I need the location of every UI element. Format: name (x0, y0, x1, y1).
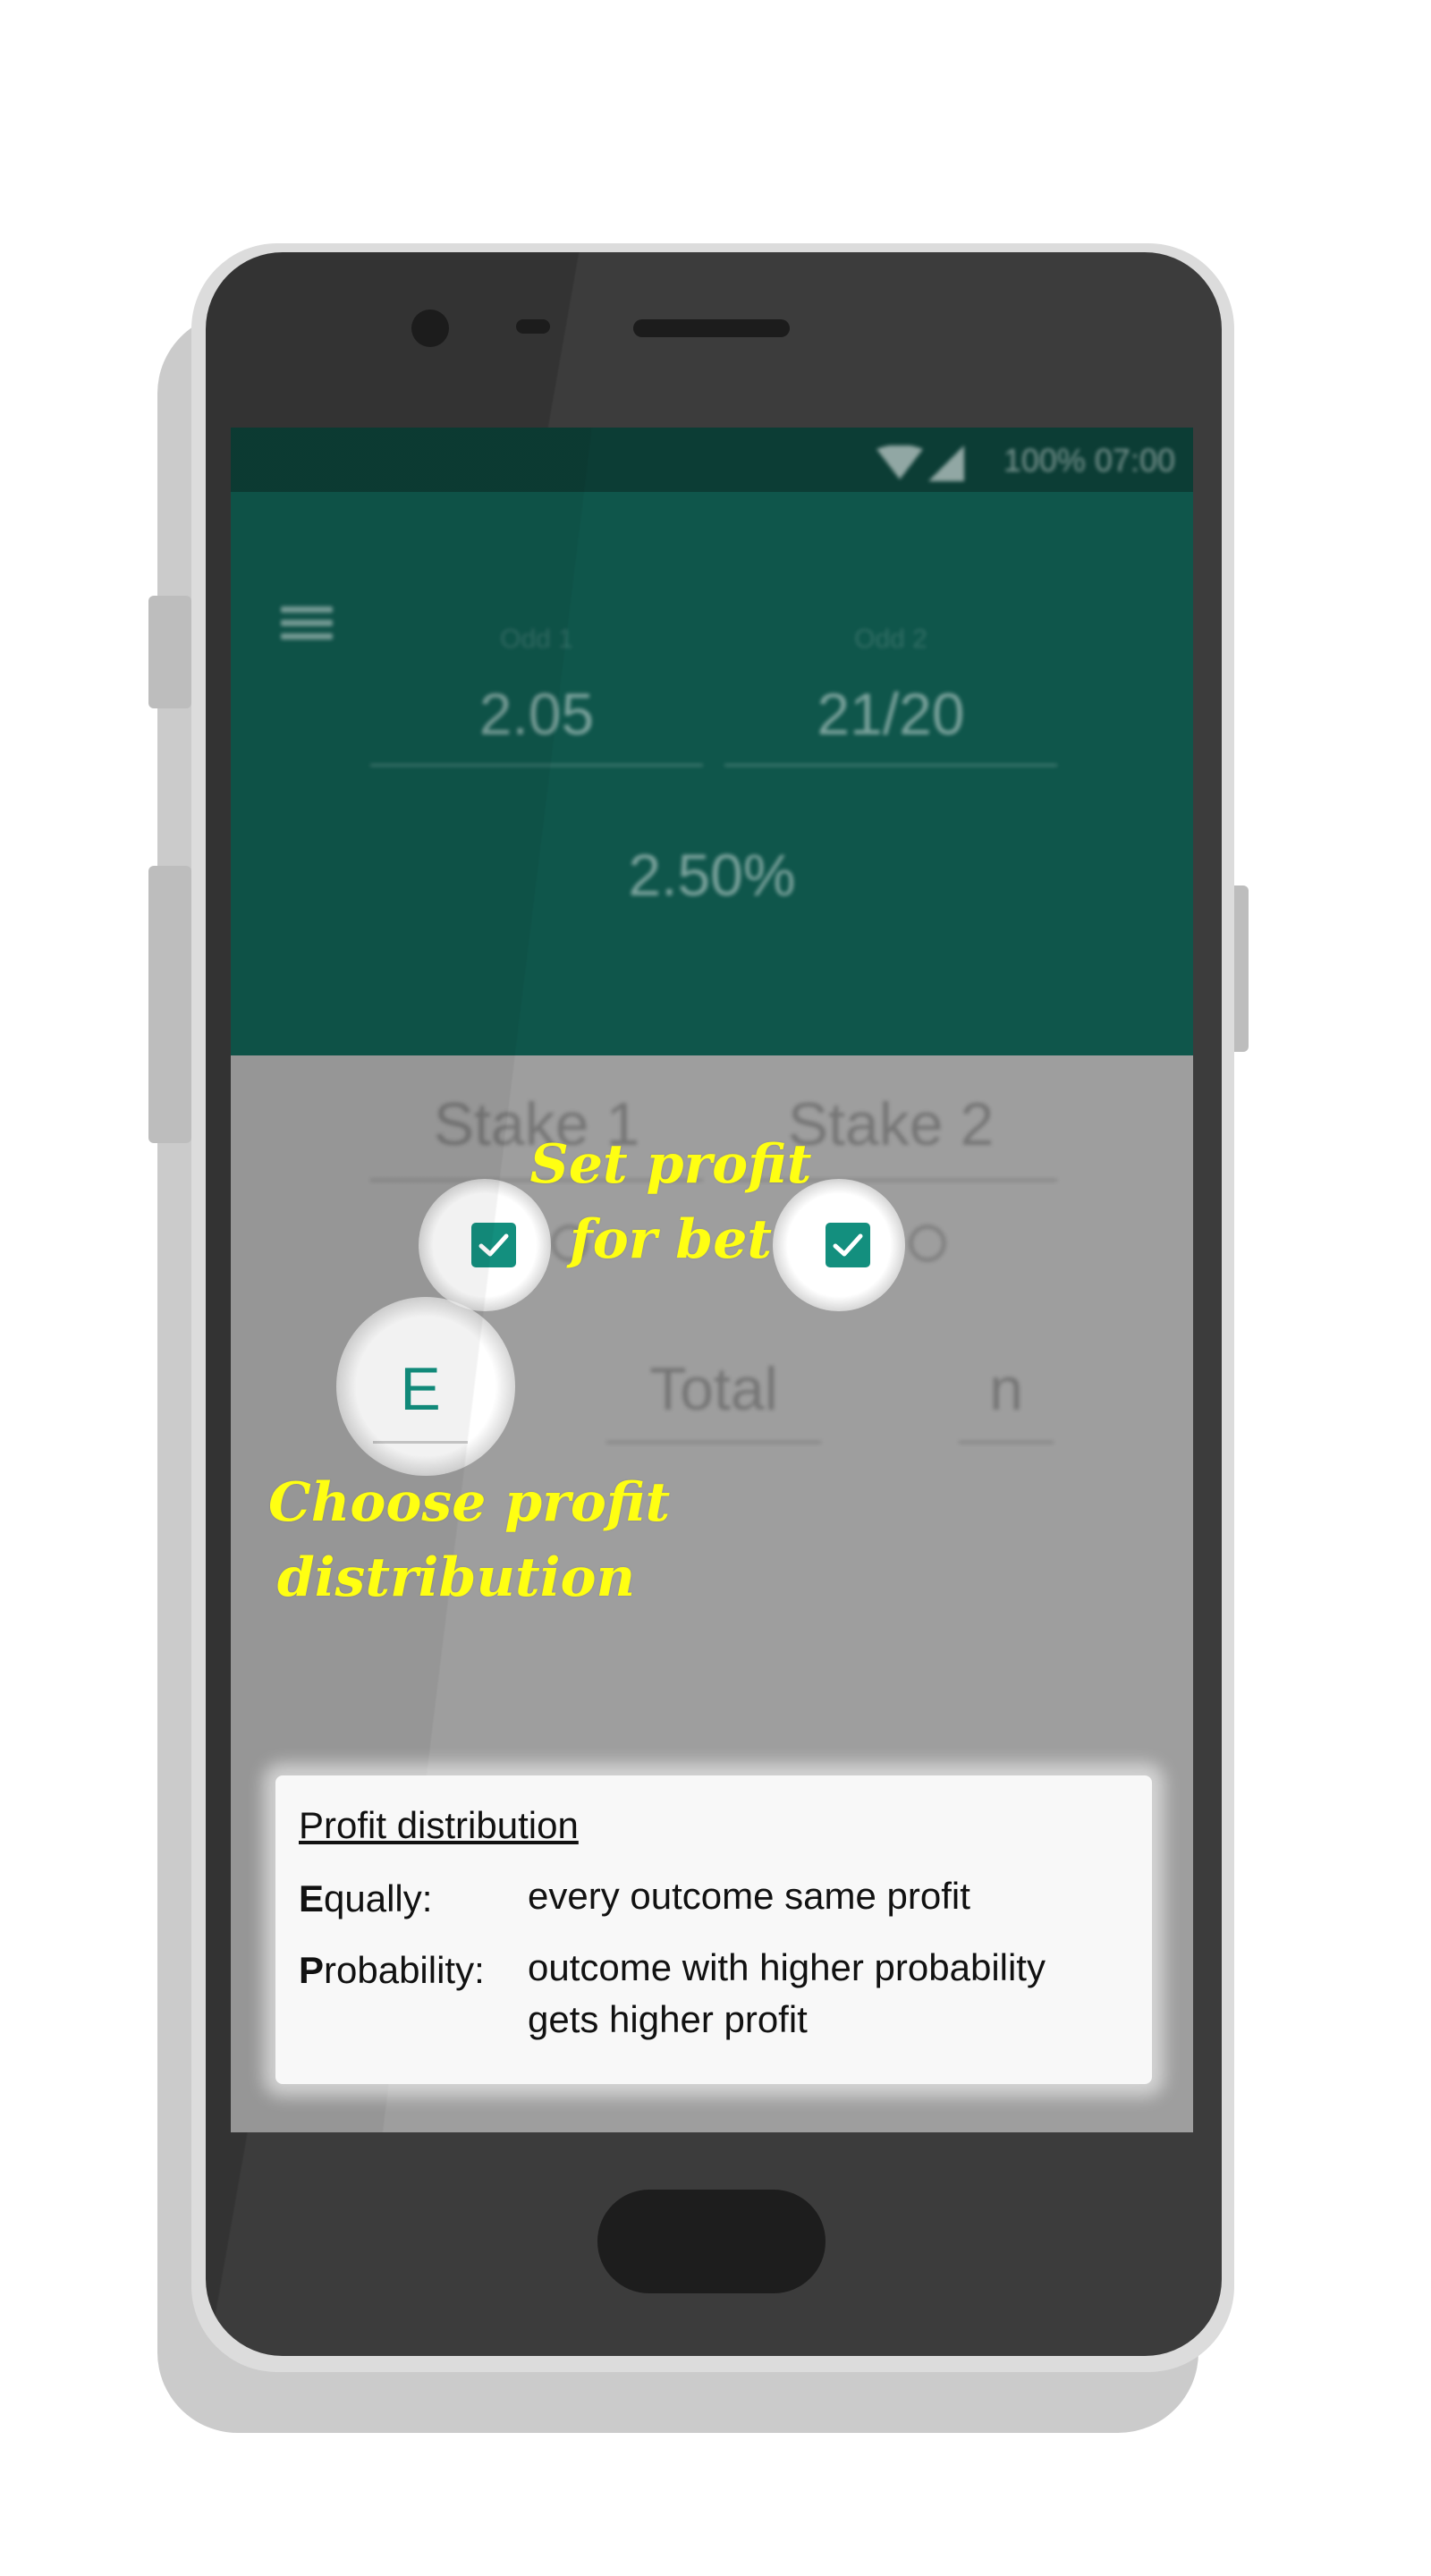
total-underline (606, 1441, 821, 1444)
set-profit-annotation: Set profit for bet (510, 1127, 832, 1277)
odd1-label: Odd 1 (500, 624, 573, 654)
choose-distribution-line2: distribution (276, 1546, 636, 1609)
probability-rest: robability: (324, 1949, 485, 1991)
probability-initial: P (299, 1949, 325, 1991)
proximity-sensor (516, 319, 550, 334)
stake2-radio[interactable] (909, 1224, 946, 1262)
odd2-underline (724, 764, 1057, 767)
battery-time-text: 100% 07:00 (1003, 442, 1175, 479)
earpiece-speaker (633, 319, 790, 337)
equally-initial: E (299, 1877, 325, 1919)
equally-term: Equally: (299, 1877, 432, 1920)
set-profit-line1: Set profit (529, 1133, 812, 1196)
probability-desc-line2: gets higher profit (528, 1998, 808, 2040)
odds-header: Odd 1 2.05 Odd 2 21/20 2.50% (231, 492, 1193, 1055)
choose-distribution-annotation: Choose profit distribution (268, 1465, 671, 1615)
odd1-underline (370, 764, 703, 767)
probability-desc: outcome with higher probability gets hig… (528, 1942, 1046, 2046)
profit-distribution-info: Profit distribution Equally: every outco… (275, 1775, 1152, 2084)
distribution-selector[interactable]: E (373, 1354, 468, 1424)
probability-term: Probability: (299, 1949, 485, 1992)
margin-value: 2.50% (628, 842, 796, 908)
info-title: Profit distribution (299, 1804, 579, 1846)
n-input[interactable]: n (959, 1354, 1054, 1424)
signal-icon (928, 445, 964, 481)
choose-distribution-line1: Choose profit (268, 1471, 671, 1534)
wifi-icon (876, 445, 923, 479)
hamburger-menu-icon[interactable] (281, 606, 333, 646)
front-camera (411, 309, 449, 347)
stake2-profit-checkbox[interactable] (826, 1223, 870, 1267)
odd2-input[interactable]: 21/20 (724, 680, 1057, 748)
equally-desc: every outcome same profit (528, 1875, 970, 1917)
checkmark-icon (833, 1233, 863, 1257)
distribution-underline (373, 1441, 468, 1444)
probability-desc-line1: outcome with higher probability (528, 1946, 1046, 1988)
set-profit-line2: for bet (569, 1208, 773, 1271)
equally-rest: qually: (324, 1877, 433, 1919)
volume-down-button (148, 866, 191, 1143)
status-bar: 100% 07:00 (231, 428, 1193, 492)
volume-up-button (148, 596, 191, 708)
home-button[interactable] (597, 2190, 826, 2293)
total-input[interactable]: Total (606, 1354, 821, 1424)
odd1-input[interactable]: 2.05 (370, 680, 703, 748)
odd2-label: Odd 2 (854, 624, 927, 654)
n-underline (959, 1441, 1054, 1444)
